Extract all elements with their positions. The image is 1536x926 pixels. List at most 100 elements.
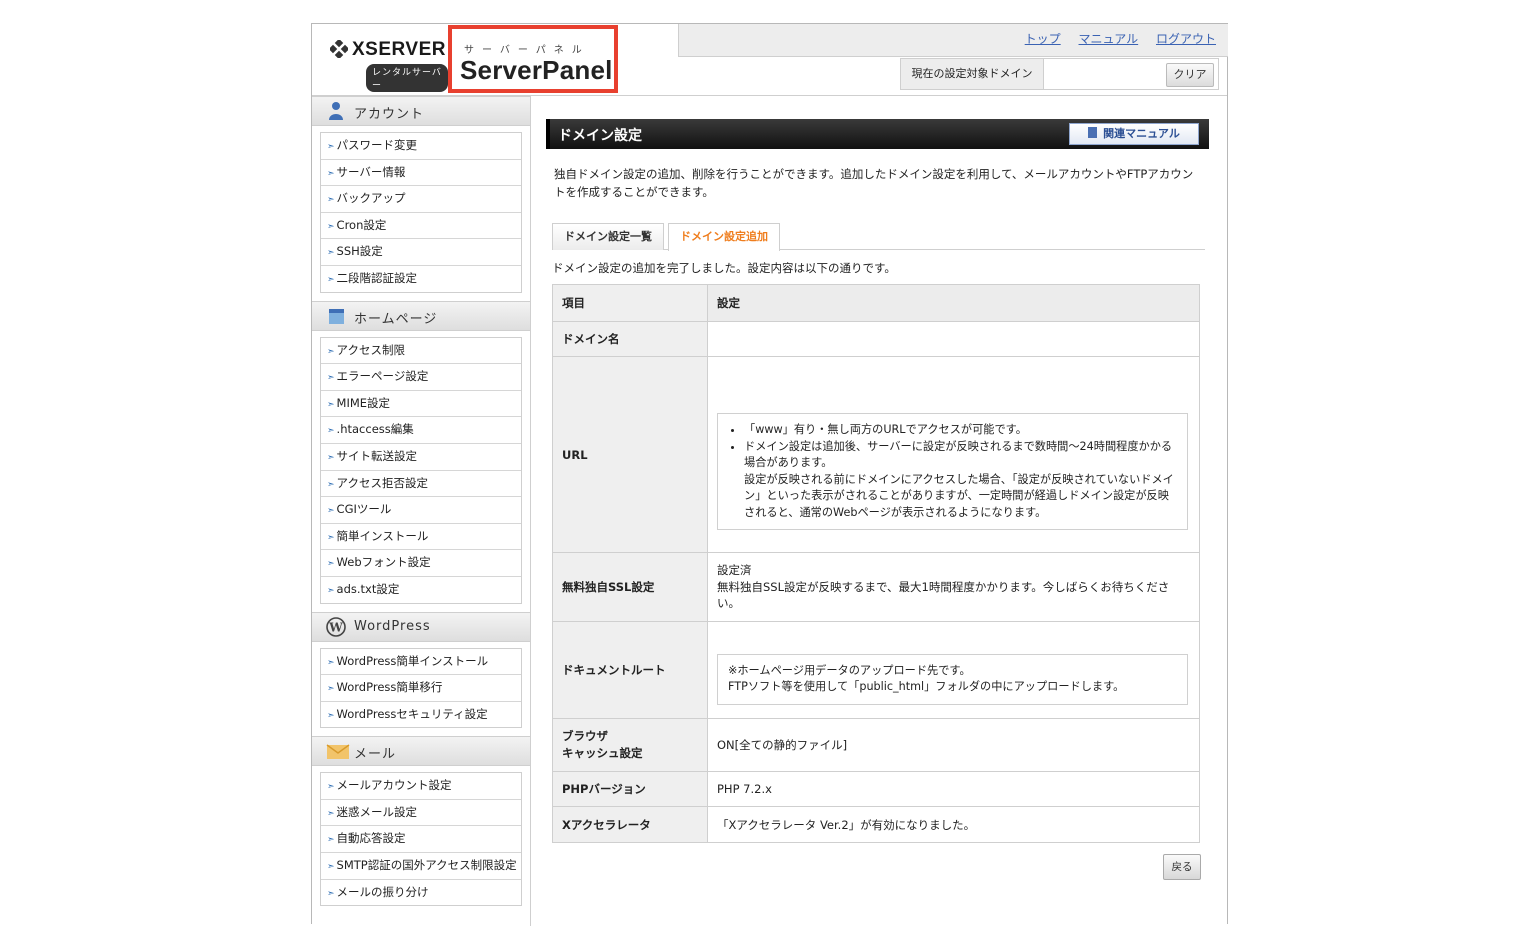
- related-manual-button[interactable]: 関連マニュアル: [1069, 123, 1199, 145]
- arrow-icon: ➣: [327, 399, 335, 410]
- row-key-ssl: 無料独自SSL設定: [552, 552, 708, 622]
- sidebar-item-label: Cron設定: [336, 217, 387, 232]
- sidebar-item-site-redirect[interactable]: ➣ サイト転送設定: [321, 444, 521, 471]
- docroot-note-box: ※ホームページ用データのアップロード先です。 FTPソフト等を使用して「publ…: [717, 653, 1188, 705]
- logout-link[interactable]: ログアウト: [1156, 32, 1216, 46]
- target-domain-field[interactable]: [1049, 64, 1159, 84]
- sidebar-item-auto-reply[interactable]: ➣ 自動応答設定: [321, 826, 521, 854]
- arrow-icon: ➣: [327, 452, 335, 463]
- sidebar-menu-account: ➣ パスワード変更 ➣ サーバー情報 ➣ バックアップ ➣ Cron設定 ➣ SSH設定 …: [320, 132, 522, 293]
- sidebar-item-cron[interactable]: ➣ Cron設定: [321, 213, 521, 240]
- row-value-php: PHP 7.2.x: [707, 771, 1200, 807]
- sidebar-item-label: ads.txt設定: [336, 581, 400, 596]
- arrow-icon: ➣: [327, 506, 335, 517]
- sidebar-item-label: メールの振り分け: [336, 884, 429, 899]
- xserver-logo-sub: レンタルサーバー: [366, 64, 448, 92]
- arrow-icon: ➣: [327, 684, 335, 695]
- sidebar-item-password[interactable]: ➣ パスワード変更: [321, 133, 521, 160]
- sidebar-item-wp-migrate[interactable]: ➣ WordPress簡単移行: [321, 675, 521, 702]
- sidebar-item-backup[interactable]: ➣ バックアップ: [321, 186, 521, 213]
- cache-key-line: キャッシュ設定: [562, 746, 643, 760]
- table-row: ドメイン名: [552, 321, 1200, 357]
- table-header-setting: 設定: [707, 284, 1200, 322]
- url-note-item: ドメイン設定は追加後、サーバーに設定が反映されるまで数時間〜24時間程度かかる場…: [744, 439, 1177, 522]
- sidebar-item-label: パスワード変更: [336, 138, 418, 152]
- sidebar-item-htaccess[interactable]: ➣ .htaccess編集: [321, 417, 521, 444]
- sidebar-item-wp-security[interactable]: ➣ WordPressセキュリティ設定: [321, 702, 521, 728]
- top-link[interactable]: トップ: [1025, 32, 1061, 46]
- wordpress-icon: W: [326, 616, 346, 637]
- sidebar-section-wordpress[interactable]: W WordPress: [312, 611, 530, 642]
- arrow-icon: ➣: [327, 274, 335, 285]
- url-note-item: 「www」有り・無し両方のURLでアクセスが可能です。: [744, 422, 1177, 439]
- table-row: Xアクセラレータ 「Xアクセラレータ Ver.2」が有効になりました。: [552, 806, 1200, 843]
- top-links: トップ マニュアル ログアウト: [1011, 30, 1216, 47]
- arrow-icon: ➣: [327, 248, 335, 259]
- sidebar-item-label: サイト転送設定: [336, 448, 418, 463]
- target-domain-label: 現在の設定対象ドメイン: [901, 59, 1044, 89]
- arrow-icon: ➣: [327, 808, 335, 819]
- homepage-icon: [329, 308, 344, 324]
- sidebar-item-2fa[interactable]: ➣ 二段階認証設定: [321, 266, 521, 292]
- row-key-docroot: ドキュメントルート: [552, 621, 708, 719]
- sidebar-item-label: 迷惑メール設定: [336, 804, 418, 819]
- sidebar-item-spam[interactable]: ➣ 迷惑メール設定: [321, 800, 521, 827]
- row-value-docroot: ※ホームページ用データのアップロード先です。 FTPソフト等を使用して「publ…: [707, 621, 1200, 719]
- sidebar-item-access-deny[interactable]: ➣ アクセス拒否設定: [321, 471, 521, 498]
- page-description: 独自ドメイン設定の追加、削除を行うことができます。追加したドメイン設定を利用して…: [554, 167, 1194, 199]
- clear-button[interactable]: クリア: [1166, 63, 1214, 87]
- sidebar-item-access-limit[interactable]: ➣ アクセス制限: [321, 338, 521, 365]
- table-row: 無料独自SSL設定 設定済 無料独自SSL設定が反映するまで、最大1時間程度かか…: [552, 552, 1200, 622]
- sidebar-menu-wordpress: ➣ WordPress簡単インストール ➣ WordPress簡単移行 ➣ WordP…: [320, 647, 522, 729]
- row-value-xaccelerator: 「Xアクセラレータ Ver.2」が有効になりました。: [707, 806, 1200, 843]
- page-title-bar: ドメイン設定 関連マニュアル: [546, 119, 1209, 149]
- table-header-row: 項目 設定: [552, 284, 1200, 322]
- sidebar-item-label: CGIツール: [336, 502, 392, 517]
- arrow-icon: ➣: [327, 426, 335, 437]
- mail-icon: [326, 744, 350, 760]
- sidebar-section-mail[interactable]: メール: [312, 736, 530, 767]
- sidebar-item-cgi-tool[interactable]: ➣ CGIツール: [321, 497, 521, 524]
- sidebar-item-mail-filter[interactable]: ➣ メールの振り分け: [321, 880, 521, 906]
- xserver-logo[interactable]: XSERVER レンタルサーバー: [328, 38, 448, 92]
- row-value-url: 「www」有り・無し両方のURLでアクセスが可能です。 ドメイン設定は追加後、サ…: [707, 356, 1200, 553]
- sidebar-section-homepage[interactable]: ホームページ: [312, 300, 530, 331]
- xserver-mark-icon: [330, 40, 348, 58]
- sidebar-item-smtp-limit[interactable]: ➣ SMTP認証の国外アクセス制限設定: [321, 853, 521, 880]
- sidebar-item-error-page[interactable]: ➣ エラーページ設定: [321, 364, 521, 391]
- sidebar-item-mail-account[interactable]: ➣ メールアカウント設定: [321, 773, 521, 800]
- sidebar-item-easy-install[interactable]: ➣ 簡単インストール: [321, 524, 521, 551]
- arrow-icon: ➣: [327, 782, 335, 793]
- docroot-value-area: [717, 628, 1198, 654]
- arrow-icon: ➣: [327, 195, 335, 206]
- page-title: ドメイン設定: [558, 128, 642, 144]
- back-button[interactable]: 戻る: [1163, 854, 1201, 880]
- sidebar-item-wp-install[interactable]: ➣ WordPress簡単インストール: [321, 649, 521, 676]
- serverpanel-logo-highlight: サーバーパネル ServerPanel: [448, 25, 618, 93]
- arrow-icon: ➣: [327, 888, 335, 899]
- url-note-continuation: 設定が反映される前にドメインにアクセスした場合、「設定が反映されていないドメイン…: [744, 472, 1174, 519]
- table-row: ドキュメントルート ※ホームページ用データのアップロード先です。 FTPソフト等…: [552, 621, 1200, 719]
- sidebar-section-account[interactable]: アカウント: [312, 96, 530, 126]
- url-note-box: 「www」有り・無し両方のURLでアクセスが可能です。 ドメイン設定は追加後、サ…: [717, 413, 1188, 530]
- sidebar-item-ads-txt[interactable]: ➣ ads.txt設定: [321, 577, 521, 603]
- sidebar-section-label: メール: [354, 747, 397, 763]
- sidebar-item-web-font[interactable]: ➣ Webフォント設定: [321, 550, 521, 577]
- sidebar-item-ssh[interactable]: ➣ SSH設定: [321, 239, 521, 266]
- sidebar-item-label: メールアカウント設定: [336, 778, 452, 793]
- tab-domain-list[interactable]: ドメイン設定一覧: [552, 223, 664, 250]
- sidebar-item-label: エラーページ設定: [336, 369, 429, 384]
- arrow-icon: ➣: [327, 479, 335, 490]
- sidebar-item-mime[interactable]: ➣ MIME設定: [321, 391, 521, 418]
- sidebar-item-label: MIME設定: [336, 395, 391, 410]
- xserver-logo-text: XSERVER: [352, 39, 446, 60]
- sidebar-item-server-info[interactable]: ➣ サーバー情報: [321, 160, 521, 187]
- url-value-area: [717, 371, 1198, 413]
- arrow-icon: ➣: [327, 559, 335, 570]
- tab-domain-add[interactable]: ドメイン設定追加: [668, 223, 780, 251]
- sidebar-menu-mail: ➣ メールアカウント設定 ➣ 迷惑メール設定 ➣ 自動応答設定 ➣ SMTP認証の国外ア…: [320, 772, 522, 907]
- table-row: ブラウザ キャッシュ設定 ON[全ての静的ファイル]: [552, 718, 1200, 772]
- manual-link[interactable]: マニュアル: [1079, 32, 1139, 46]
